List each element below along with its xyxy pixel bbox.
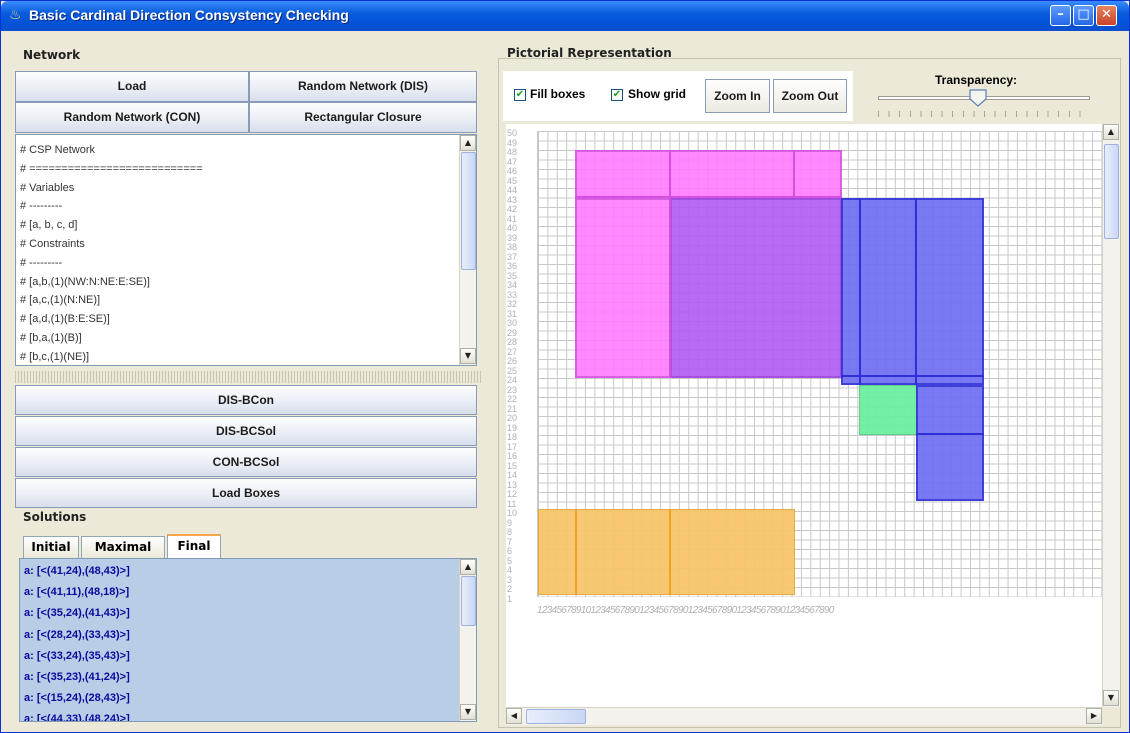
solution-item[interactable]: a: [<(35,24),(41,43)>]	[24, 607, 130, 619]
canvas-vscrollbar[interactable]: ▲ ▼	[1102, 124, 1120, 707]
box-blue-main	[841, 198, 984, 385]
divider-line	[793, 150, 795, 198]
zoom-in-button[interactable]: Zoom In	[705, 79, 770, 113]
minimize-icon: –	[1057, 7, 1064, 22]
load-button[interactable]: Load	[15, 71, 249, 102]
y-axis-tick-label: 1	[507, 593, 513, 604]
scroll-down-icon[interactable]: ▼	[1103, 690, 1119, 706]
network-group-label: Network	[23, 48, 81, 62]
x-axis-labels: 1234567891012345678901234567890123456789…	[537, 605, 834, 616]
zoom-out-button[interactable]: Zoom Out	[773, 79, 847, 113]
network-text-line: # [b,c,(1)(NE)]	[20, 350, 90, 363]
scroll-up-icon[interactable]: ▲	[460, 559, 476, 575]
scroll-left-icon[interactable]: ◀	[506, 708, 522, 724]
solutions-vscrollbar[interactable]: ▲ ▼	[459, 559, 476, 721]
show-grid-label[interactable]: Show grid	[628, 87, 686, 101]
solutions-scroll-thumb[interactable]	[461, 576, 476, 626]
network-textarea[interactable]: # CSP Network # =========================…	[15, 134, 477, 366]
network-text-line: # Constraints	[20, 237, 85, 250]
divider-line	[575, 509, 577, 595]
transparency-label: Transparency:	[935, 73, 1018, 87]
scroll-down-icon[interactable]: ▼	[460, 348, 476, 364]
window-title: Basic Cardinal Direction Consystency Che…	[29, 7, 349, 23]
solution-item[interactable]: a: [<(28,24),(33,43)>]	[24, 629, 130, 641]
transparency-slider-thumb[interactable]	[969, 89, 987, 107]
solution-item[interactable]: a: [<(35,23),(41,24)>]	[24, 671, 130, 683]
scroll-up-icon[interactable]: ▲	[460, 135, 476, 151]
divider-line	[669, 509, 671, 595]
network-text-line: # ---------	[20, 256, 63, 269]
network-text-line: # [a,d,(1)(B:E:SE)]	[20, 313, 110, 326]
load-boxes-button[interactable]: Load Boxes	[15, 478, 477, 508]
maximize-icon: □	[1077, 7, 1090, 22]
divider-line	[915, 198, 917, 385]
solution-item[interactable]: a: [<(41,24),(48,43)>]	[24, 565, 130, 577]
network-text-line: # [a,b,(1)(NW:N:NE:E:SE)]	[20, 275, 150, 288]
network-text: # CSP Network # =========================…	[20, 141, 203, 365]
divider-line	[669, 150, 671, 378]
show-grid-checkbox[interactable]: ✔	[611, 89, 623, 101]
network-text-line: # CSP Network	[20, 144, 95, 156]
solutions-group-label: Solutions	[23, 510, 87, 524]
rectangular-closure-button[interactable]: Rectangular Closure	[249, 102, 477, 133]
fill-boxes-label[interactable]: Fill boxes	[530, 87, 585, 101]
box-blue-lower	[916, 385, 984, 501]
divider-line	[841, 375, 984, 377]
checkmark-icon: ✔	[612, 89, 622, 100]
network-text-line: # [b,a,(1)(B)]	[20, 331, 82, 344]
scroll-down-icon[interactable]: ▼	[460, 704, 476, 720]
network-text-line: # [a, b, c, d]	[20, 219, 78, 232]
solution-item[interactable]: a: [<(44,33),(48,24)>]	[24, 713, 130, 721]
tab-maximal[interactable]: Maximal	[81, 536, 165, 558]
scroll-up-icon[interactable]: ▲	[1103, 124, 1119, 140]
solutions-list[interactable]: a: [<(41,24),(48,43)>] a: [<(41,11),(48,1…	[19, 558, 477, 722]
app-window: ♨ Basic Cardinal Direction Consystency C…	[0, 0, 1130, 733]
fill-boxes-checkbox[interactable]: ✔	[514, 89, 526, 101]
canvas-hscrollbar[interactable]: ◀ ▶	[506, 707, 1102, 725]
canvas-vscroll-thumb[interactable]	[1104, 144, 1119, 239]
divider-line	[575, 196, 842, 198]
network-text-line: # ---------	[20, 200, 63, 213]
scroll-right-icon[interactable]: ▶	[1086, 708, 1102, 724]
y-axis-labels: 50 49 48 47 46 45 44 43 42 41 40 39 38 37 36 35 34 33 32 31…	[507, 128, 531, 604]
box-magenta-left	[575, 198, 671, 378]
network-text-line: # [a,c,(1)(N:NE)]	[20, 294, 101, 307]
random-network-dis-button[interactable]: Random Network (DIS)	[249, 71, 477, 102]
transparency-slider-ticks	[878, 111, 1090, 117]
canvas-hscroll-thumb[interactable]	[526, 709, 586, 724]
solution-item[interactable]: a: [<(33,24),(35,43)>]	[24, 650, 130, 662]
network-scroll-thumb[interactable]	[461, 152, 476, 270]
solution-item[interactable]: a: [<(41,11),(48,18)>]	[24, 586, 129, 598]
maximize-button[interactable]: □	[1073, 5, 1094, 26]
box-magenta-top	[575, 150, 842, 198]
con-bcsol-button[interactable]: CON-BCSol	[15, 447, 477, 477]
checkmark-icon: ✔	[515, 89, 525, 100]
dis-bcsol-button[interactable]: DIS-BCSol	[15, 416, 477, 446]
divider-line	[859, 198, 861, 385]
close-button[interactable]: ✕	[1096, 5, 1117, 26]
network-vscrollbar[interactable]: ▲ ▼	[459, 135, 476, 365]
solution-item[interactable]: a: [<(15,24),(28,43)>]	[24, 692, 130, 704]
box-purple	[670, 198, 842, 378]
network-text-line: # ===========================	[20, 162, 203, 175]
tab-final[interactable]: Final	[167, 534, 221, 558]
java-cup-icon: ♨	[9, 7, 22, 23]
box-green	[859, 385, 917, 435]
minimize-button[interactable]: –	[1050, 5, 1071, 26]
title-bar[interactable]: ♨ Basic Cardinal Direction Consystency C…	[1, 1, 1129, 31]
close-icon: ✕	[1101, 7, 1112, 22]
splitter-handle[interactable]	[13, 371, 483, 383]
network-text-line: # Variables	[20, 181, 75, 194]
divider-line	[916, 433, 984, 435]
tab-initial[interactable]: Initial	[23, 536, 79, 558]
dis-bcon-button[interactable]: DIS-BCon	[15, 385, 477, 415]
random-network-con-button[interactable]: Random Network (CON)	[15, 102, 249, 133]
